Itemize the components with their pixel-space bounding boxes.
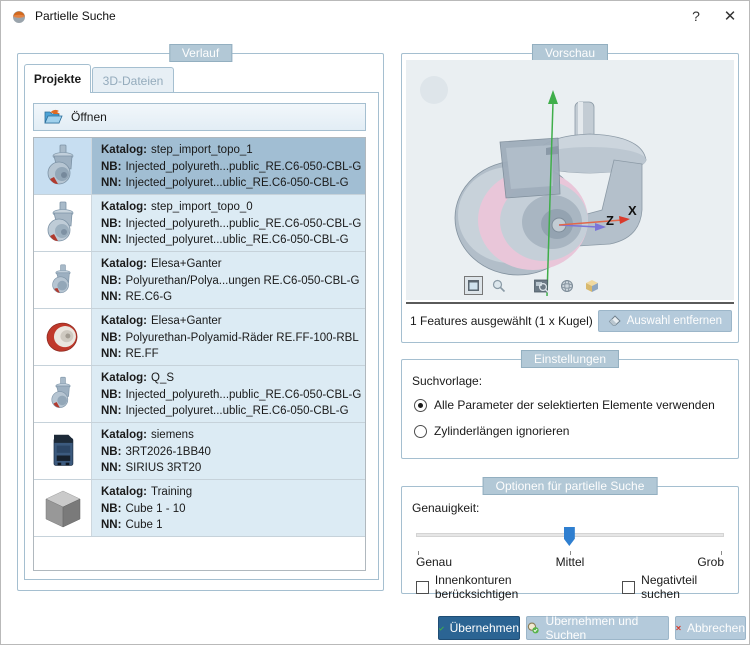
list-item-text: Katalog: siemens NB: 3RT2026-1BB40 NN: SIRI… xyxy=(92,423,365,479)
apply-button-label: Übernehmen xyxy=(449,621,519,635)
remove-selection-button[interactable]: Auswahl entfernen xyxy=(597,310,732,332)
box-icon[interactable] xyxy=(582,276,601,295)
eraser-icon xyxy=(608,315,621,326)
title-bar: Partielle Suche ? ✕ xyxy=(1,1,749,31)
cancel-button-label: Abbrechen xyxy=(686,621,745,635)
list-item-text: Katalog: step_import_topo_1 NB: Injected_p… xyxy=(92,138,365,194)
open-folder-icon xyxy=(44,109,63,124)
list-item-siemens[interactable]: Katalog: siemens NB: 3RT2026-1BB40 NN: SIRI… xyxy=(34,423,365,480)
wireframe-sphere-icon[interactable] xyxy=(557,276,576,295)
axis-x-label: X xyxy=(628,203,637,218)
preview-separator xyxy=(406,302,734,304)
caster-part-thumbnail xyxy=(34,252,92,308)
radio-button-icon xyxy=(414,424,427,438)
close-button[interactable]: ✕ xyxy=(713,1,747,31)
checkbox-negative-part[interactable]: Negativteil suchen xyxy=(622,573,738,601)
detail-zoom-icon[interactable] xyxy=(532,276,551,295)
open-button-label: Öffnen xyxy=(71,110,107,124)
caster-part-thumbnail xyxy=(34,138,92,194)
radio-all-parameters[interactable]: Alle Parameter der selektierten Elemente… xyxy=(414,398,715,412)
tab-3d-dateien[interactable]: 3D-Dateien xyxy=(92,67,174,93)
list-item-text: Katalog: Training NB: Cube 1 - 10 NN: Cube … xyxy=(92,480,365,536)
tick-label-genau: Genau xyxy=(416,555,453,569)
list-item-elesa-ganter-ff[interactable]: Katalog: Elesa+Ganter NB: Polyurethan-Poly… xyxy=(34,309,365,366)
tick-label-mittel: Mittel xyxy=(555,555,585,569)
remove-selection-label: Auswahl entfernen xyxy=(626,315,722,327)
caster-3d-model xyxy=(420,76,647,297)
cube-part-thumbnail xyxy=(34,480,92,536)
axis-z-label: Z xyxy=(606,213,614,228)
list-item-step-import-topo-1[interactable]: Katalog: step_import_topo_1 NB: Injected_p… xyxy=(34,138,365,195)
preview-toolbar xyxy=(464,276,601,295)
history-list: Katalog: step_import_topo_1 NB: Injected_p… xyxy=(33,137,366,571)
search-check-icon xyxy=(527,622,539,634)
preview-status-row: 1 Features ausgewählt (1 x Kugel) Auswah… xyxy=(410,306,732,336)
checkbox-negative-part-label: Negativteil suchen xyxy=(641,573,698,601)
settings-group: Einstellungen Suchvorlage: Alle Paramete… xyxy=(401,350,739,459)
radio-all-parameters-label: Alle Parameter der selektierten Elemente… xyxy=(434,398,715,412)
cancel-button[interactable]: Abbrechen xyxy=(675,616,746,640)
projects-tab-panel: Öffnen Katalog: step_import_topo_1 NB: I… xyxy=(24,92,379,580)
open-button[interactable]: Öffnen xyxy=(33,103,366,131)
tick-label-grob: Grob xyxy=(697,555,724,569)
options-group-label: Optionen für partielle Suche xyxy=(482,477,658,495)
red-wheel-part-thumbnail xyxy=(34,309,92,365)
accuracy-label: Genauigkeit: xyxy=(412,501,480,515)
caster-part-thumbnail xyxy=(34,366,92,422)
radio-ignore-cylinder-lengths-label: Zylinderlängen ignorieren xyxy=(434,424,570,438)
checkbox-icon xyxy=(622,580,636,594)
search-template-label: Suchvorlage: xyxy=(412,374,483,388)
radio-ignore-cylinder-lengths[interactable]: Zylinderlängen ignorieren xyxy=(414,424,569,438)
slider-tick-labels: Genau Mittel Grob xyxy=(416,555,724,569)
list-item-text: Katalog: Elesa+Ganter NB: Polyurethan/Poly… xyxy=(92,252,365,308)
apply-and-search-button-label: Übernehmen und Suchen xyxy=(545,614,639,642)
checkbox-icon xyxy=(416,580,429,594)
partial-search-dialog: Partielle Suche ? ✕ Verlauf Projekte 3D-… xyxy=(0,0,750,645)
list-item-qs[interactable]: Katalog: Q_S NB: Injected_polyureth...publ… xyxy=(34,366,365,423)
options-checkbox-row: Innenkonturen berücksichtigen Negativtei… xyxy=(416,573,738,601)
list-item-text: Katalog: Q_S NB: Injected_polyureth...publ… xyxy=(92,366,365,422)
checkbox-inner-contours-label: Innenkonturen berücksichtigen xyxy=(434,573,519,601)
radio-button-icon xyxy=(414,398,427,412)
list-item-text: Katalog: step_import_topo_0 NB: Injected_p… xyxy=(92,195,365,251)
partial-search-options-group: Optionen für partielle Suche Genauigkeit… xyxy=(401,477,739,601)
settings-group-label: Einstellungen xyxy=(520,350,620,368)
caster-part-thumbnail xyxy=(34,195,92,251)
checkbox-inner-contours[interactable]: Innenkonturen berücksichtigen xyxy=(416,573,596,601)
check-icon xyxy=(439,626,444,631)
list-item-training-cube[interactable]: Katalog: Training NB: Cube 1 - 10 NN: Cube … xyxy=(34,480,365,537)
selection-status-text: 1 Features ausgewählt (1 x Kugel) xyxy=(410,314,593,328)
zoom-icon[interactable] xyxy=(489,276,508,295)
list-item-step-import-topo-0[interactable]: Katalog: step_import_topo_0 NB: Injected_p… xyxy=(34,195,365,252)
slider-thumb[interactable] xyxy=(563,527,575,546)
contactor-part-thumbnail xyxy=(34,423,92,479)
fit-view-icon[interactable] xyxy=(464,276,483,295)
app-icon xyxy=(13,11,25,23)
history-group: Verlauf Projekte 3D-Dateien Öffnen Katal… xyxy=(17,44,384,591)
window-title: Partielle Suche xyxy=(35,9,116,23)
apply-button[interactable]: Übernehmen xyxy=(438,616,520,640)
cancel-x-icon xyxy=(676,625,681,631)
help-button[interactable]: ? xyxy=(679,1,713,31)
preview-3d-canvas[interactable]: Z X xyxy=(406,60,734,300)
list-item-elesa-ganter-c6[interactable]: Katalog: Elesa+Ganter NB: Polyurethan/Poly… xyxy=(34,252,365,309)
history-group-label: Verlauf xyxy=(168,44,233,62)
tab-projekte[interactable]: Projekte xyxy=(24,64,91,93)
apply-and-search-button[interactable]: Übernehmen und Suchen xyxy=(526,614,669,642)
preview-group: Vorschau Z X 1 Features ausgewählt (1 x … xyxy=(401,44,739,343)
list-item-text: Katalog: Elesa+Ganter NB: Polyurethan-Poly… xyxy=(92,309,365,365)
